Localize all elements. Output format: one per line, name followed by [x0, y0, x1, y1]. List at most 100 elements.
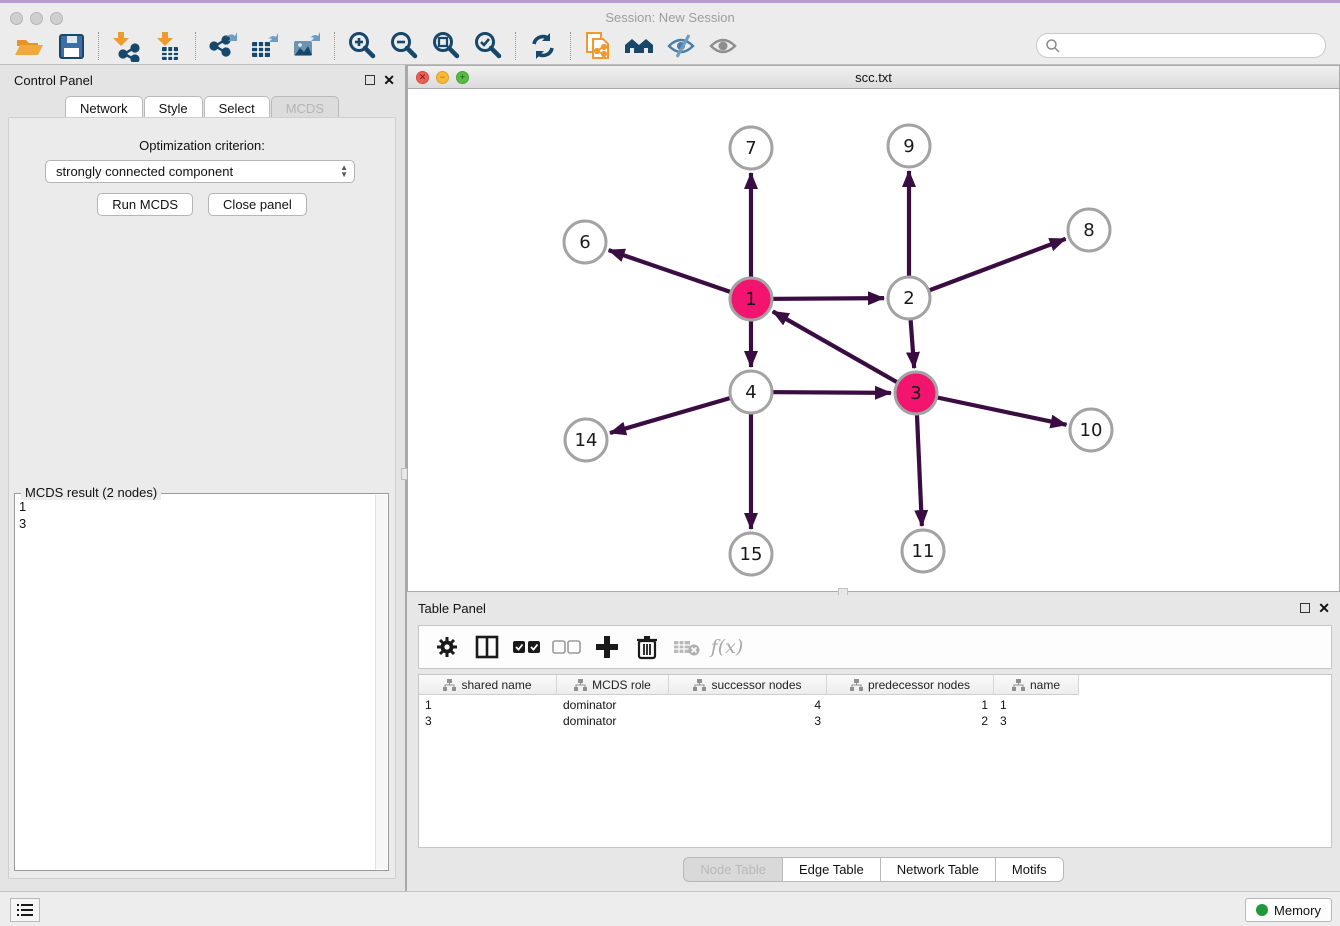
list-icon [16, 902, 34, 918]
mcds-result-group: MCDS result (2 nodes) 13 [14, 493, 389, 871]
node-2[interactable]: 2 [888, 277, 930, 319]
node-8[interactable]: 8 [1068, 209, 1110, 251]
node-6[interactable]: 6 [564, 221, 606, 263]
control-panel-title: Control Panel [14, 73, 93, 88]
node-15[interactable]: 15 [730, 533, 772, 575]
node-14[interactable]: 14 [565, 419, 607, 461]
status-bar: Memory [0, 891, 1340, 926]
node-label: 1 [745, 289, 756, 310]
delete-table-button[interactable] [669, 630, 705, 664]
first-neighbors-button[interactable] [619, 30, 661, 62]
main-toolbar [0, 28, 1340, 65]
close-panel-icon[interactable]: ✕ [383, 74, 395, 86]
show-all-button[interactable] [703, 30, 745, 62]
eye-icon [707, 31, 741, 61]
deselect-all-rows-button[interactable] [549, 630, 585, 664]
zoom-in-button[interactable] [341, 30, 383, 62]
table-toolbar: f(x) [418, 625, 1332, 669]
function-builder-button[interactable]: f(x) [709, 630, 745, 664]
window-title: Session: New Session [0, 10, 1340, 25]
close-panel-button[interactable]: Close panel [208, 193, 307, 216]
node-10[interactable]: 10 [1070, 409, 1112, 451]
criterion-value: strongly connected component [56, 164, 233, 179]
zoom-fit-icon [430, 30, 462, 62]
export-network-button[interactable] [202, 30, 244, 62]
export-image-button[interactable] [286, 30, 328, 62]
zoom-fit-button[interactable] [425, 30, 467, 62]
column-header-label: predecessor nodes [868, 678, 970, 692]
tab-edge-table[interactable]: Edge Table [782, 857, 880, 882]
table-row[interactable]: 1dominator411 [419, 697, 1079, 713]
edge-2-8[interactable] [909, 239, 1066, 298]
column-type-icon [574, 679, 587, 691]
result-scrollbar[interactable] [375, 495, 387, 869]
node-11[interactable]: 11 [902, 530, 944, 572]
export-table-icon [248, 30, 282, 62]
open-file-button[interactable] [8, 30, 50, 62]
delete-column-button[interactable] [629, 630, 665, 664]
column-header-label: successor nodes [711, 678, 801, 692]
select-all-rows-button[interactable] [509, 630, 545, 664]
table-settings-button[interactable] [429, 630, 465, 664]
tab-network-table[interactable]: Network Table [880, 857, 995, 882]
node-3[interactable]: 3 [895, 372, 937, 414]
column-type-icon [693, 679, 706, 691]
zoom-out-icon [388, 30, 420, 62]
node-4[interactable]: 4 [730, 371, 772, 413]
column-header-shared-name[interactable]: shared name [419, 675, 557, 695]
edge-3-1[interactable] [773, 311, 916, 393]
zoom-out-button[interactable] [383, 30, 425, 62]
save-session-button[interactable] [50, 30, 92, 62]
node-7[interactable]: 7 [730, 127, 772, 169]
hide-selected-button[interactable] [661, 30, 703, 62]
node-9[interactable]: 9 [888, 125, 930, 167]
import-network-button[interactable] [105, 30, 147, 62]
column-header-mcds-role[interactable]: MCDS role [557, 675, 669, 695]
run-mcds-button[interactable]: Run MCDS [97, 193, 193, 216]
tab-motifs[interactable]: Motifs [995, 857, 1064, 882]
toolbar-separator [334, 32, 335, 60]
table-row[interactable]: 3dominator323 [419, 713, 1079, 729]
toolbar-separator [515, 32, 516, 60]
import-table-button[interactable] [147, 30, 189, 62]
search-input[interactable] [1061, 38, 1325, 53]
export-network-icon [207, 30, 239, 62]
node-label: 4 [745, 382, 756, 403]
export-table-button[interactable] [244, 30, 286, 62]
houses-icon [623, 31, 657, 61]
task-history-button[interactable] [10, 898, 40, 922]
table-cell: 1 [827, 697, 994, 713]
table-panel-tabs: Node TableEdge TableNetwork TableMotifs [407, 857, 1340, 882]
memory-status-icon [1256, 904, 1268, 916]
edge-3-10[interactable] [916, 393, 1067, 425]
search-icon [1045, 38, 1061, 54]
column-header-successor-nodes[interactable]: successor nodes [669, 675, 827, 695]
memory-button[interactable]: Memory [1245, 898, 1332, 922]
network-canvas[interactable]: 7 9 6 8 1 2 4 3 14 10 15 11 [408, 90, 1339, 591]
edge-1-6[interactable] [609, 250, 751, 299]
tab-node-table[interactable]: Node Table [683, 857, 782, 882]
network-window-titlebar[interactable]: ✕ − + scc.txt [408, 66, 1339, 89]
network-graph: 7 9 6 8 1 2 4 3 14 10 15 11 [408, 90, 1339, 591]
column-header-predecessor-nodes[interactable]: predecessor nodes [827, 675, 994, 695]
table-cell: dominator [557, 697, 669, 713]
float-panel-icon[interactable] [365, 75, 375, 85]
apply-layout-button[interactable] [522, 30, 564, 62]
search-box[interactable] [1036, 33, 1326, 58]
table-cell: 1 [994, 697, 1079, 713]
float-table-panel-icon[interactable] [1300, 603, 1310, 613]
mcds-result-text[interactable]: 13 [19, 498, 26, 532]
node-1[interactable]: 1 [730, 278, 772, 320]
zoom-selected-button[interactable] [467, 30, 509, 62]
column-header-name[interactable]: name [994, 675, 1079, 695]
add-column-button[interactable] [589, 630, 625, 664]
node-label: 8 [1083, 220, 1094, 241]
table-columns-button[interactable] [469, 630, 505, 664]
node-label: 15 [740, 544, 763, 565]
copy-style-button[interactable] [577, 30, 619, 62]
criterion-select[interactable]: strongly connected component ▲▼ [45, 160, 355, 183]
memory-label: Memory [1274, 903, 1321, 918]
column-header-label: name [1030, 678, 1060, 692]
column-type-icon [1012, 679, 1025, 691]
close-table-panel-icon[interactable]: ✕ [1318, 602, 1330, 614]
